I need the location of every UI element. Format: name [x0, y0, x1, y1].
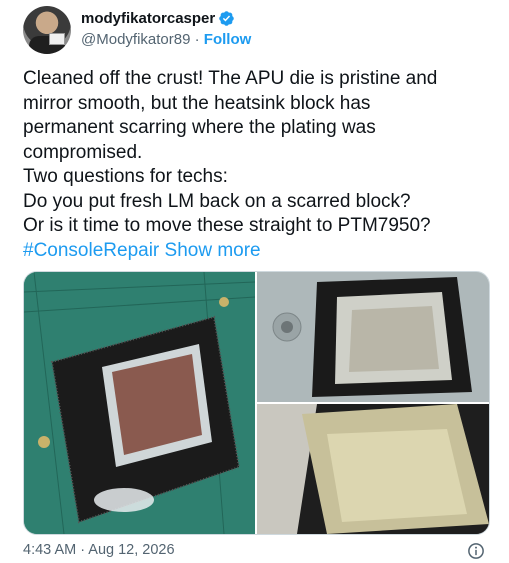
verified-badge-icon: [219, 11, 234, 26]
display-name[interactable]: modyfikatorcasper: [81, 10, 215, 27]
media-grid: [23, 271, 490, 535]
apu-die-photo[interactable]: [24, 272, 255, 534]
separator: ·: [190, 31, 204, 48]
show-more-link[interactable]: Show more: [159, 240, 261, 261]
heatsink-block-photo[interactable]: [257, 272, 489, 402]
handle[interactable]: @Modyfikator89: [81, 31, 190, 48]
heatsink-illustration: [257, 272, 489, 402]
tweet-text: Cleaned off the crust! The APU die is pr…: [23, 67, 493, 263]
tweet-card: modyfikatorcasper @Modyfikator89 · Follo…: [0, 0, 509, 563]
author-info: modyfikatorcasper @Modyfikator89 · Follo…: [81, 10, 251, 48]
hashtag-link[interactable]: #ConsoleRepair: [23, 240, 159, 261]
tweet-timestamp[interactable]: 4:43 AM · Aug 12, 2026: [23, 542, 175, 558]
tweet-body: Cleaned off the crust! The APU die is pr…: [23, 68, 438, 236]
heatsink-closeup-photo[interactable]: [257, 404, 489, 534]
closeup-illustration: [257, 404, 489, 534]
info-icon[interactable]: [467, 542, 485, 560]
follow-button[interactable]: Follow: [204, 31, 252, 48]
apu-die-illustration: [24, 272, 255, 534]
tweet-header: modyfikatorcasper @Modyfikator89 · Follo…: [23, 6, 251, 54]
avatar[interactable]: [23, 6, 71, 54]
